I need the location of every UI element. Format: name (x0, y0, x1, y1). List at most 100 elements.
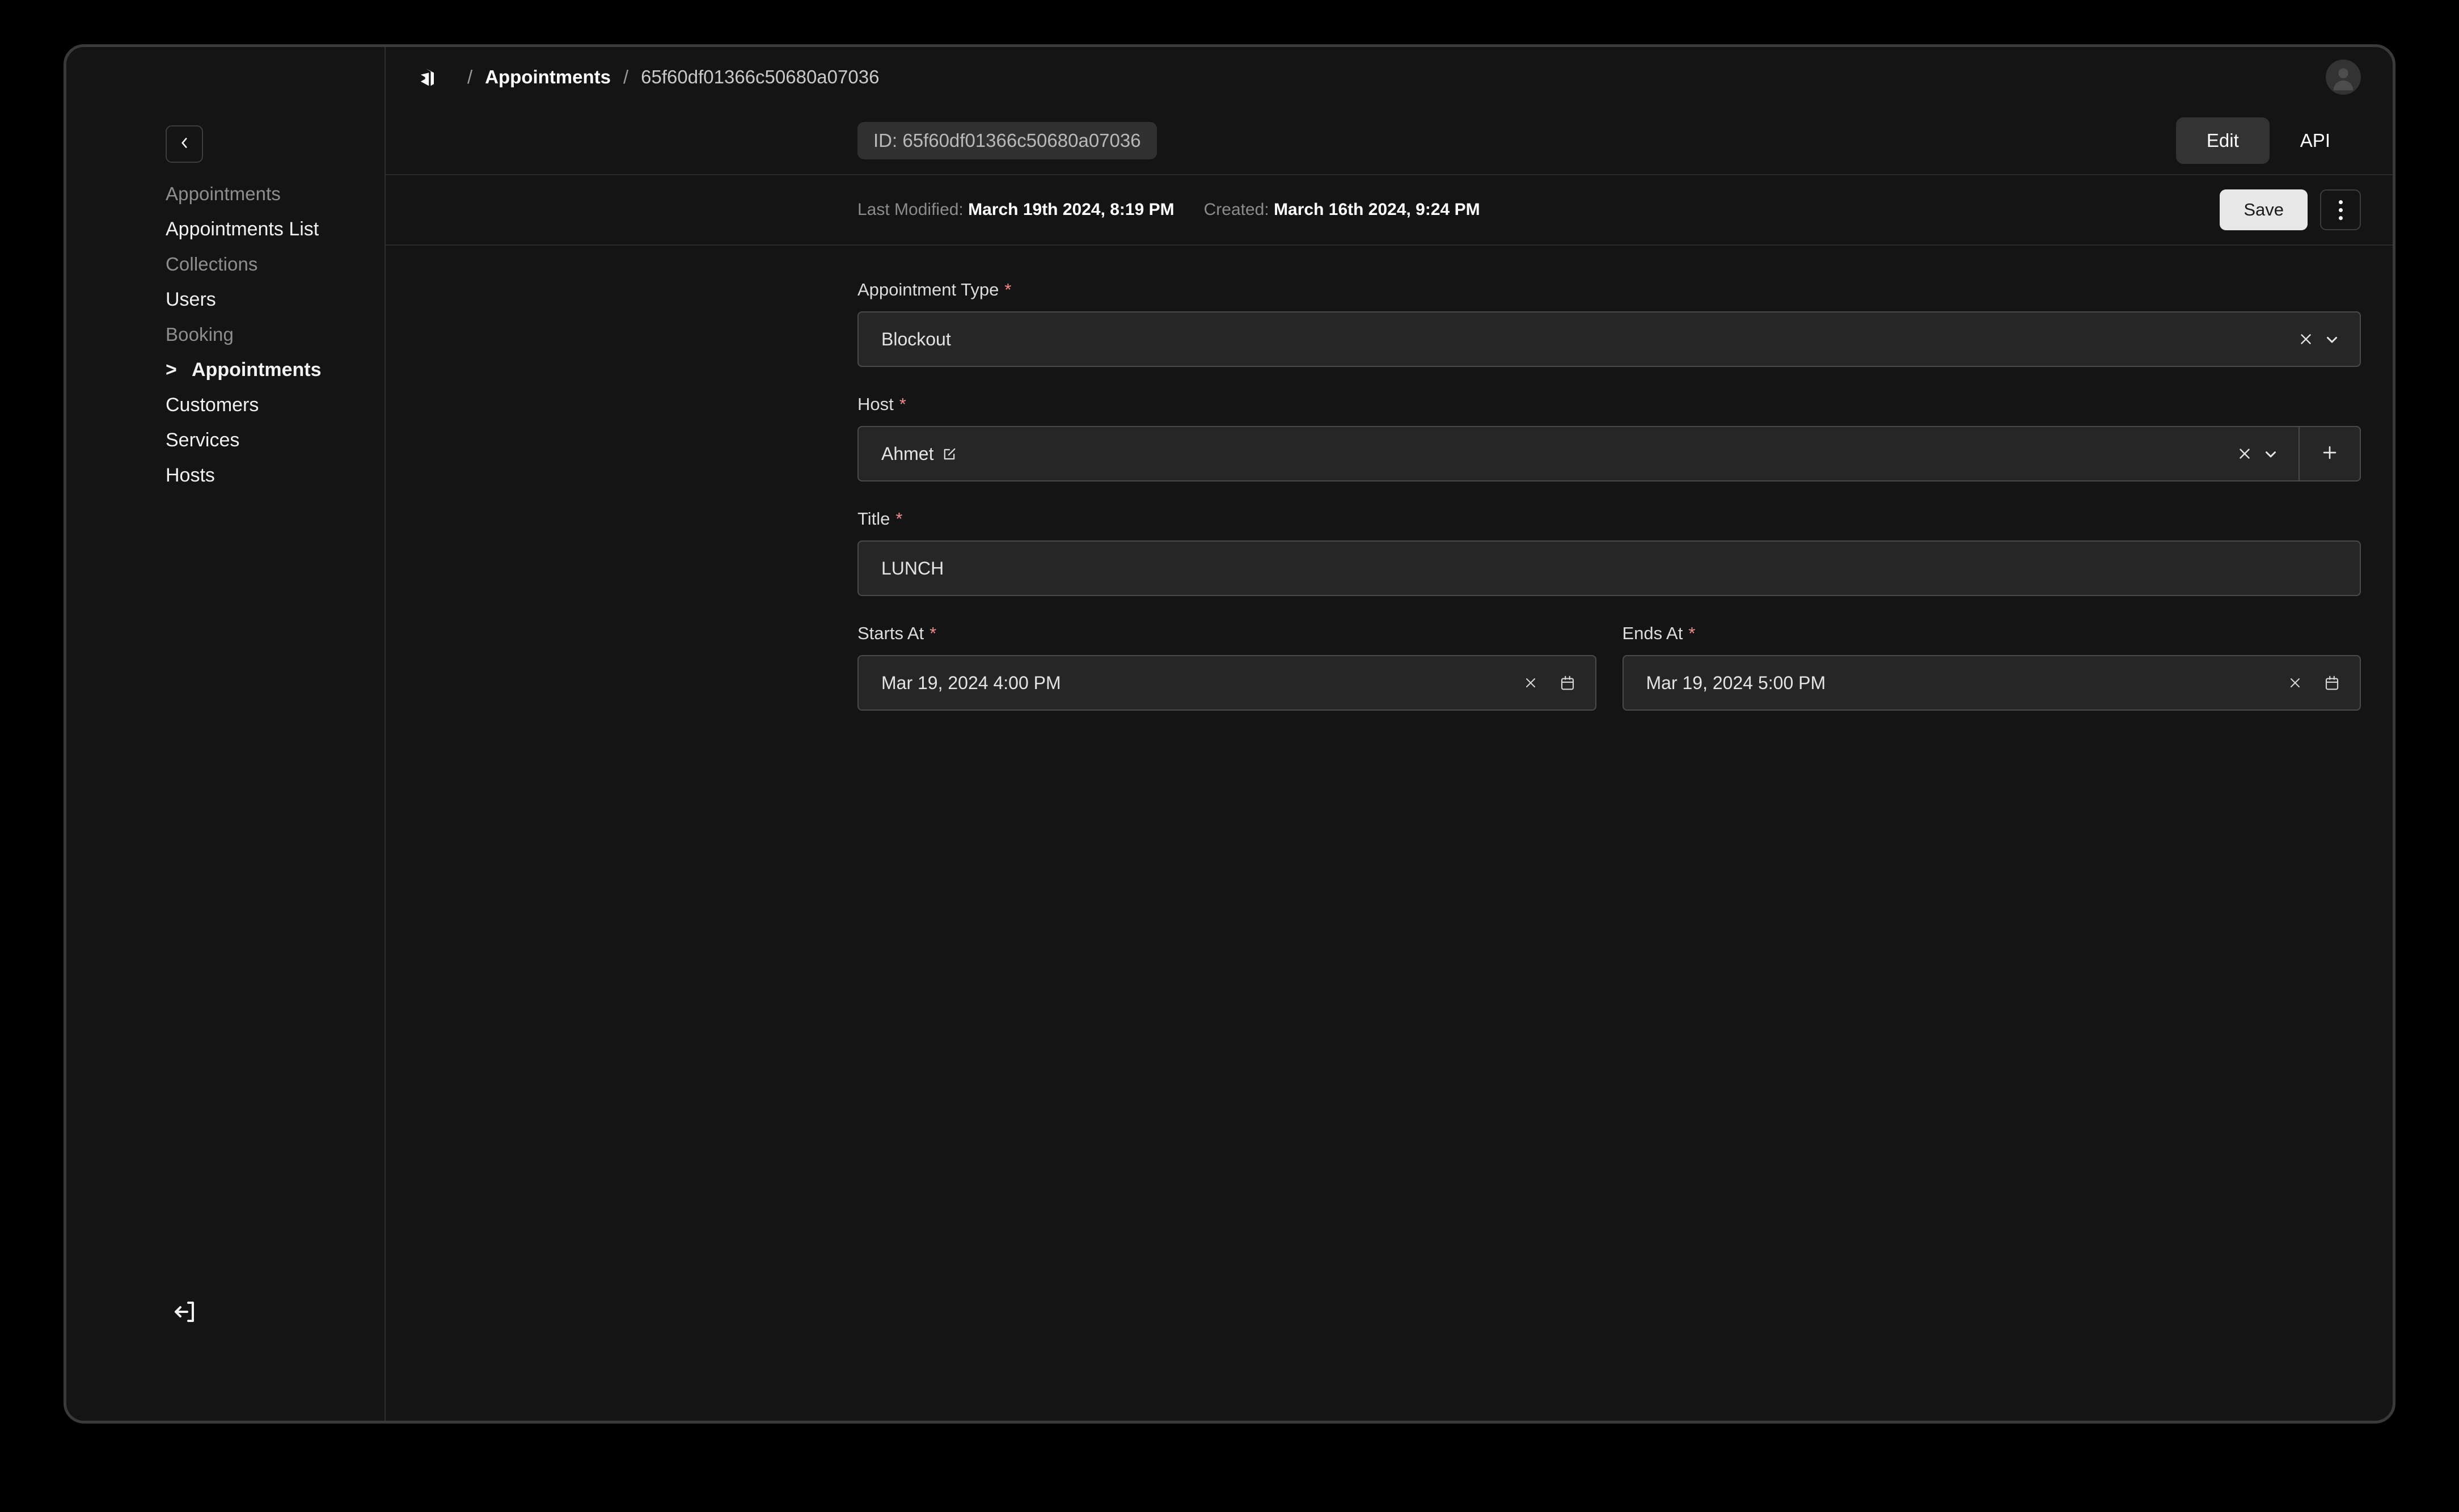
sidebar-section-label: Booking (166, 324, 234, 345)
created-label: Created: (1203, 200, 1269, 219)
last-modified: Last Modified: March 19th 2024, 8:19 PM (857, 200, 1174, 219)
required-marker: * (929, 623, 937, 643)
sidebar-item-appointments[interactable]: > Appointments (66, 352, 385, 387)
field-label: Appointment Type * (857, 280, 2361, 300)
appointment-type-select[interactable]: Blockout (857, 311, 2361, 367)
caret-right-icon: > (166, 358, 177, 381)
host-clear-button[interactable] (2236, 445, 2253, 462)
title-label: Title (857, 509, 890, 529)
chevron-down-icon[interactable] (2323, 331, 2340, 348)
host-label: Host (857, 394, 894, 414)
ends-at-label: Ends At (1622, 623, 1683, 643)
appointment-type-clear-button[interactable] (2297, 331, 2314, 348)
required-marker: * (899, 394, 906, 414)
view-tabs: Edit API (2175, 117, 2361, 164)
sidebar-item-users[interactable]: > Users (66, 282, 385, 317)
appointment-type-label: Appointment Type (857, 280, 999, 299)
last-modified-value: March 19th 2024, 8:19 PM (968, 200, 1174, 219)
meta-actions: Save (2220, 189, 2361, 230)
field-ends-at: Ends At * Mar 19, 2024 5:00 PM (1622, 623, 2361, 711)
more-vertical-icon (2338, 200, 2343, 204)
sidebar-section-booking[interactable]: Booking (66, 317, 515, 352)
ends-at-input[interactable]: Mar 19, 2024 5:00 PM (1622, 655, 2361, 711)
sidebar-item-label: Hosts (166, 464, 215, 486)
starts-at-control: Mar 19, 2024 4:00 PM (857, 655, 1596, 711)
host-control: Ahmet (857, 426, 2361, 482)
sidebar-section-label: Appointments (166, 183, 281, 204)
avatar[interactable] (2326, 60, 2361, 95)
sidebar-collapse-button[interactable] (166, 125, 203, 163)
record-id-pill[interactable]: ID: 65f60df01366c50680a07036 (857, 122, 1157, 159)
external-link-icon[interactable] (941, 446, 957, 462)
sidebar-item-appointments-list[interactable]: > Appointments List (66, 212, 385, 247)
logout-icon (170, 1298, 197, 1328)
sidebar-item-hosts[interactable]: > Hosts (66, 458, 385, 493)
last-modified-label: Last Modified: (857, 200, 964, 219)
date-row: Starts At * Mar 19, 2024 4:00 PM Ends At… (857, 623, 2361, 711)
sidebar-item-label: Appointments (192, 358, 322, 381)
user-avatar-icon (2326, 60, 2361, 95)
tab-api[interactable]: API (2270, 117, 2361, 164)
required-marker: * (1004, 280, 1012, 299)
created: Created: March 16th 2024, 9:24 PM (1204, 200, 1480, 219)
sidebar-item-services[interactable]: > Services (66, 423, 385, 458)
starts-at-clear-button[interactable] (1523, 675, 1539, 691)
sidebar-item-label: Appointments List (166, 218, 319, 240)
breadcrumb-separator: / (623, 66, 629, 87)
host-value: Ahmet (881, 444, 957, 464)
main-content: / Appointments / 65f60df01366c50680a0703… (386, 47, 2393, 1421)
ends-at-control: Mar 19, 2024 5:00 PM (1622, 655, 2361, 711)
breadcrumb-current-id: 65f60df01366c50680a07036 (641, 66, 880, 87)
field-label: Ends At * (1623, 623, 2361, 644)
starts-at-input[interactable]: Mar 19, 2024 4:00 PM (857, 655, 1596, 711)
meta-bar: Last Modified: March 19th 2024, 8:19 PM … (386, 175, 2393, 246)
required-marker: * (1688, 623, 1696, 643)
plus-icon (2320, 443, 2339, 465)
breadcrumb: / Appointments / 65f60df01366c50680a0703… (415, 65, 879, 90)
save-button[interactable]: Save (2220, 189, 2308, 230)
sidebar: Appointments > Appointments List Collect… (66, 47, 386, 1421)
record-form: Appointment Type * Blockout Host * Ahmet… (386, 246, 2393, 1421)
sidebar-item-label: Services (166, 429, 240, 451)
starts-at-label: Starts At (857, 623, 924, 643)
id-bar: ID: 65f60df01366c50680a07036 Edit API (386, 107, 2393, 175)
meta-group: Last Modified: March 19th 2024, 8:19 PM … (857, 200, 1480, 219)
more-options-button[interactable] (2320, 189, 2361, 230)
calendar-icon[interactable] (1559, 674, 1576, 691)
logout-button[interactable] (167, 1296, 201, 1330)
field-appointment-type: Appointment Type * Blockout (857, 280, 2361, 367)
field-starts-at: Starts At * Mar 19, 2024 4:00 PM (857, 623, 1596, 711)
field-title: Title * LUNCH (857, 509, 2361, 596)
app-logo-icon[interactable] (415, 65, 440, 90)
sidebar-item-customers[interactable]: > Customers (66, 387, 385, 423)
title-value: LUNCH (881, 558, 944, 578)
appointment-type-control: Blockout (857, 311, 2361, 367)
breadcrumb-separator: / (467, 66, 473, 87)
field-label: Starts At * (857, 623, 1596, 644)
chevron-down-icon[interactable] (2262, 445, 2279, 462)
calendar-icon[interactable] (2323, 674, 2340, 691)
appointment-type-value: Blockout (881, 328, 951, 349)
host-value-text: Ahmet (881, 443, 934, 464)
created-value: March 16th 2024, 9:24 PM (1274, 200, 1480, 219)
host-add-button[interactable] (2300, 426, 2361, 482)
field-label: Host * (857, 394, 2361, 415)
breadcrumb-link-appointments[interactable]: Appointments (485, 66, 611, 88)
sidebar-item-label: Users (166, 288, 216, 310)
sidebar-section-label: Collections (166, 254, 258, 274)
ends-at-clear-button[interactable] (2287, 675, 2303, 691)
starts-at-value: Mar 19, 2024 4:00 PM (881, 672, 1061, 693)
title-input[interactable]: LUNCH (857, 540, 2361, 596)
field-label: Title * (857, 509, 2361, 529)
field-host: Host * Ahmet (857, 394, 2361, 482)
required-marker: * (895, 509, 903, 529)
app-window: Appointments > Appointments List Collect… (64, 44, 2395, 1424)
sidebar-nav: Appointments > Appointments List Collect… (66, 176, 385, 493)
more-vertical-icon (2338, 216, 2343, 220)
host-select[interactable]: Ahmet (857, 426, 2300, 482)
tab-edit[interactable]: Edit (2175, 117, 2270, 164)
chevron-left-icon (177, 136, 192, 153)
title-control: LUNCH (857, 540, 2361, 596)
sidebar-item-label: Customers (166, 394, 259, 416)
sidebar-section-collections[interactable]: Collections (66, 247, 515, 282)
